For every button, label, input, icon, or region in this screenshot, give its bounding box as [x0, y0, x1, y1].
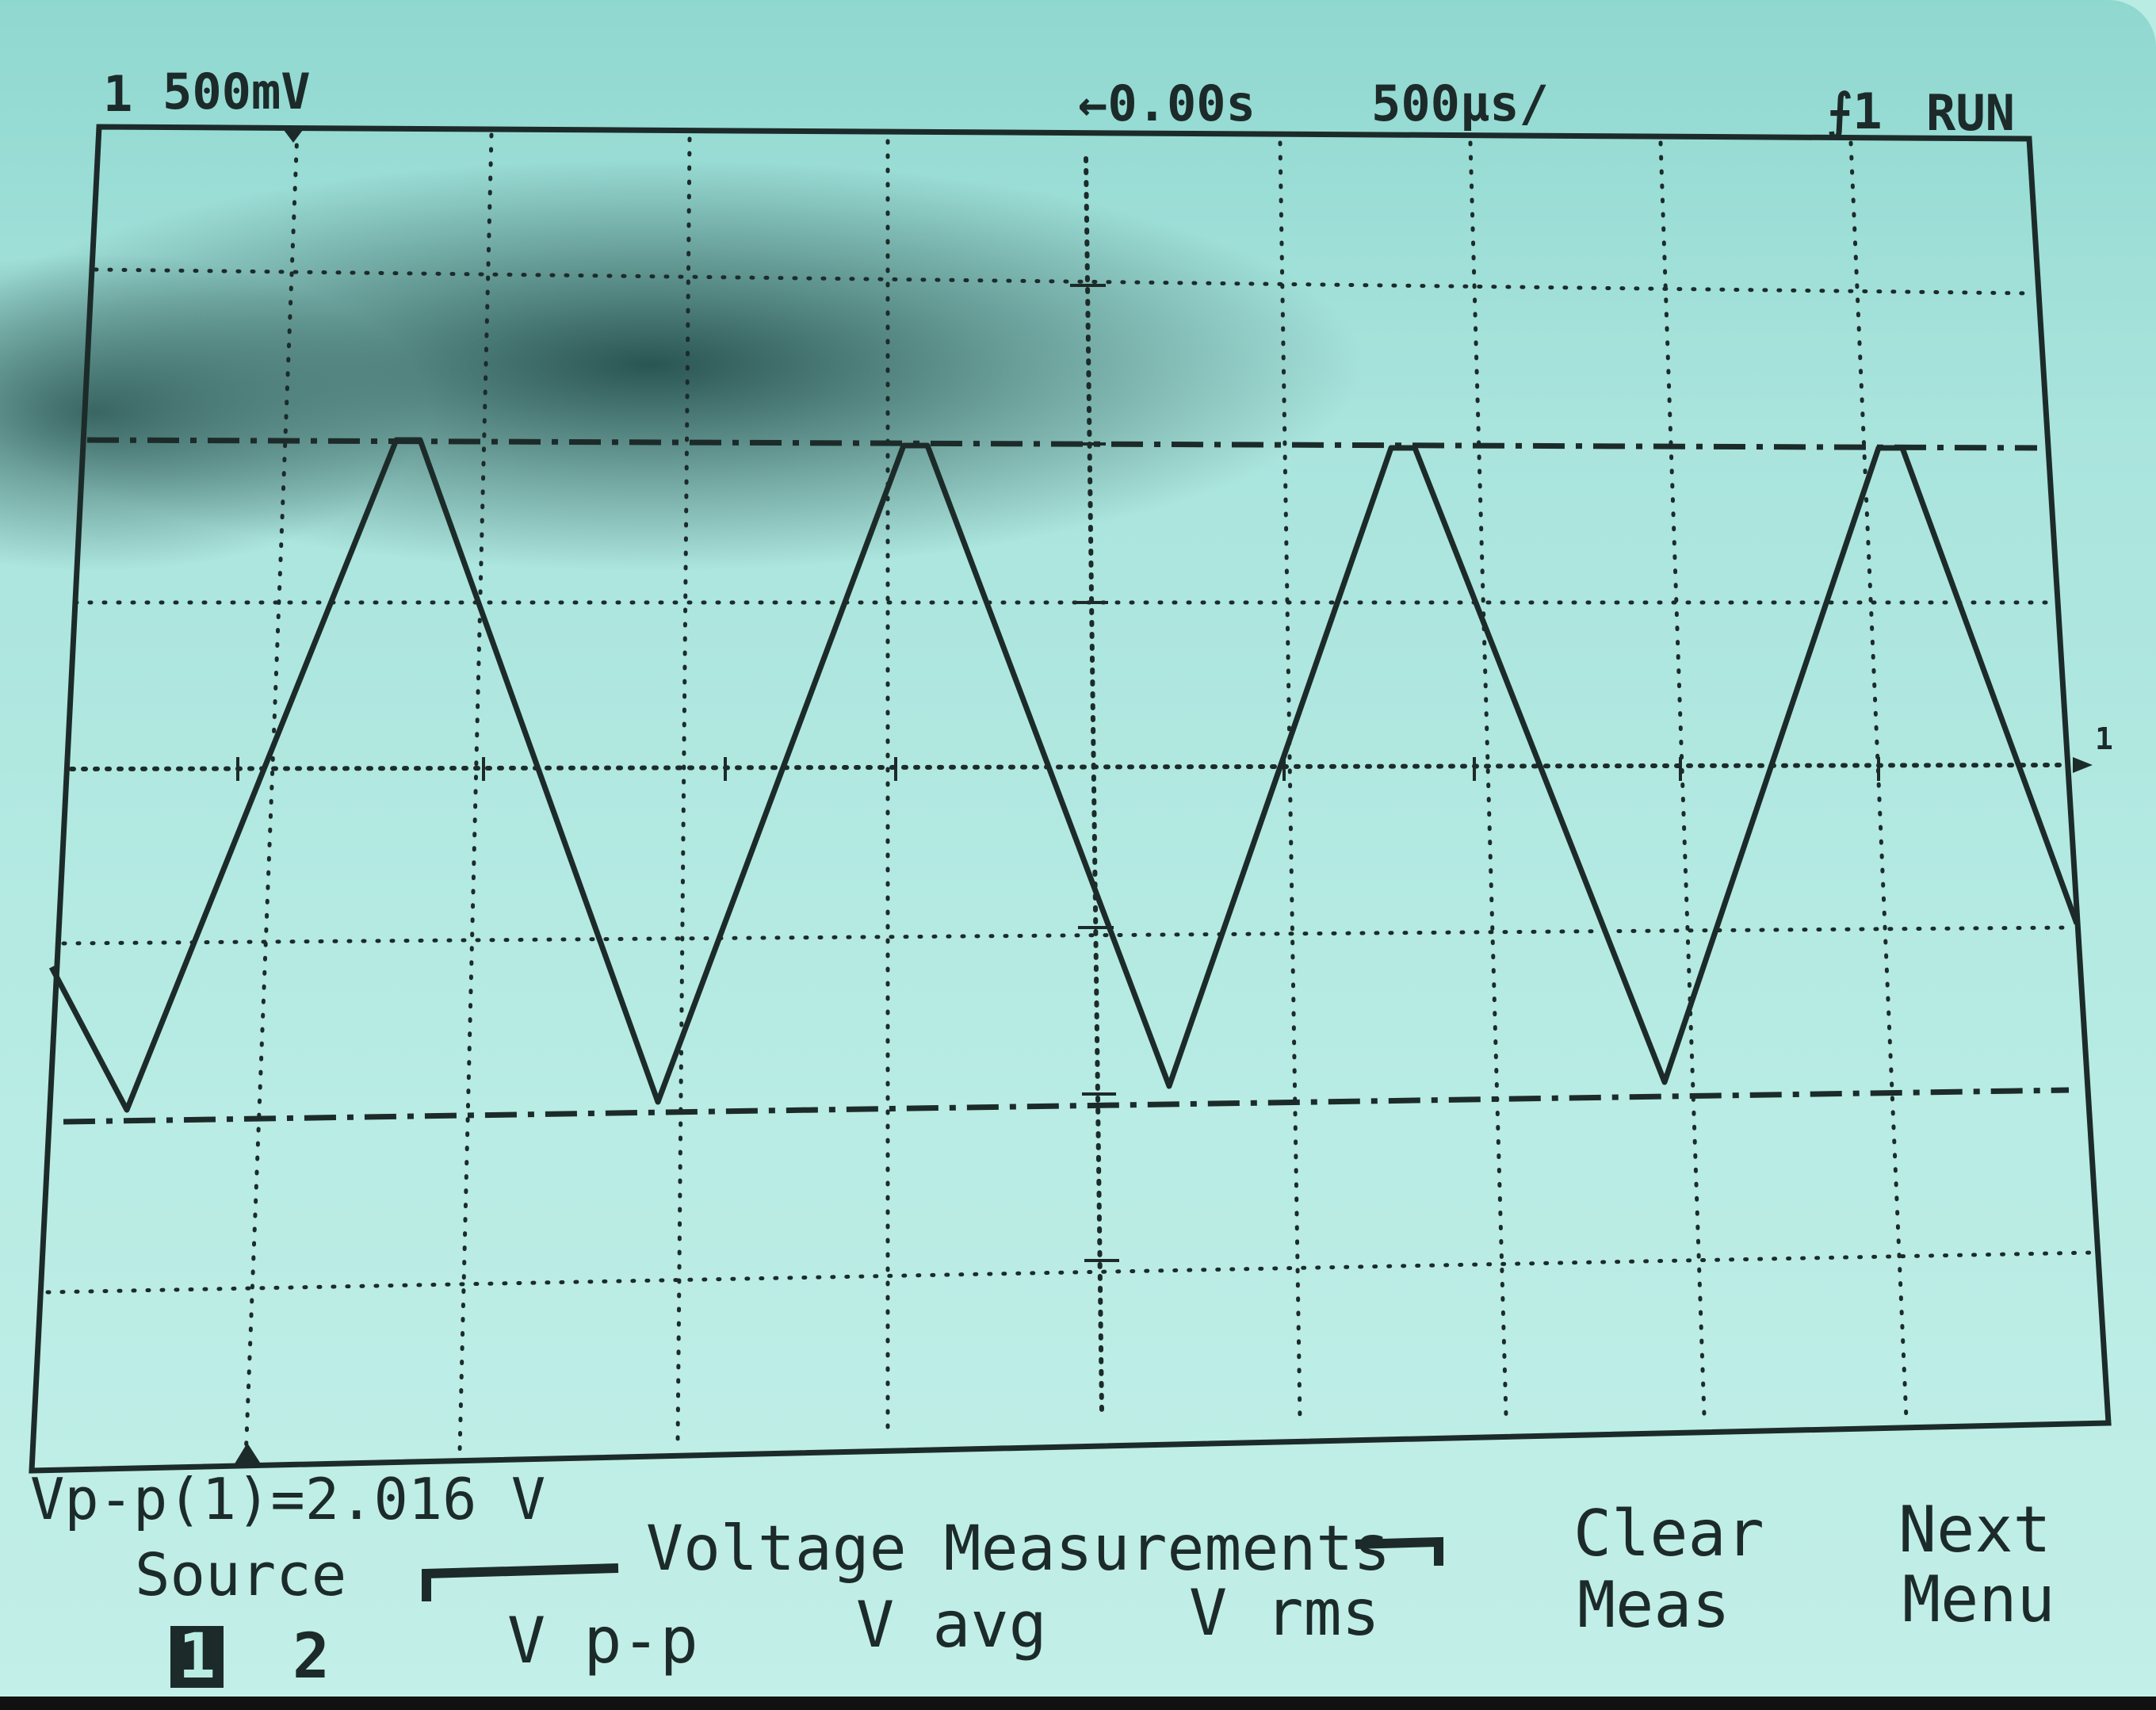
- next-menu-line1[interactable]: Next: [1898, 1498, 2051, 1562]
- vertical-grid: [243, 128, 1909, 1461]
- clear-meas-line2[interactable]: Meas: [1577, 1574, 1730, 1637]
- ground-level-marker: [2073, 757, 2093, 773]
- cursor-min-line: [63, 1087, 2070, 1125]
- next-menu-line2[interactable]: Menu: [1902, 1568, 2055, 1632]
- bezel-edge: [0, 1697, 2156, 1710]
- center-vertical-axis: [1084, 156, 1104, 1414]
- trigger-position-marker: [281, 127, 305, 143]
- vavg-softkey[interactable]: V avg: [856, 1593, 1047, 1657]
- softkey-group-bracket-left: [422, 1563, 619, 1601]
- vpp-softkey[interactable]: V p-p: [507, 1609, 698, 1673]
- source-option-2[interactable]: 2: [292, 1621, 330, 1693]
- center-vertical-ticks: [1070, 284, 1119, 1262]
- oscilloscope-screen: 1 500mV ←0.00s 500µs/ ⨍1 RUN 1 Vp-p(1)=2…: [0, 0, 2156, 1697]
- source-label: Source: [135, 1541, 347, 1609]
- graticule-frame: [29, 124, 2112, 1474]
- vrms-softkey[interactable]: V rms: [1189, 1582, 1380, 1645]
- measurement-readout: Vp-p(1)=2.016 V: [30, 1466, 546, 1532]
- source-option-1[interactable]: 1: [170, 1626, 224, 1688]
- cursor-max-line: [86, 437, 2038, 451]
- voltage-measurements-title: Voltage Measurements: [646, 1513, 1391, 1585]
- source-softkey[interactable]: 1 2: [170, 1621, 330, 1693]
- horizontal-grid: [45, 267, 2095, 1295]
- time-reference-marker: [234, 1443, 262, 1465]
- center-horizontal-axis: [69, 763, 2063, 771]
- triangle-waveform: [48, 437, 2080, 1113]
- graticule-and-trace: 1: [29, 124, 2113, 1601]
- clear-meas-line1[interactable]: Clear: [1573, 1502, 1764, 1566]
- ground-marker-label: 1: [2095, 721, 2113, 756]
